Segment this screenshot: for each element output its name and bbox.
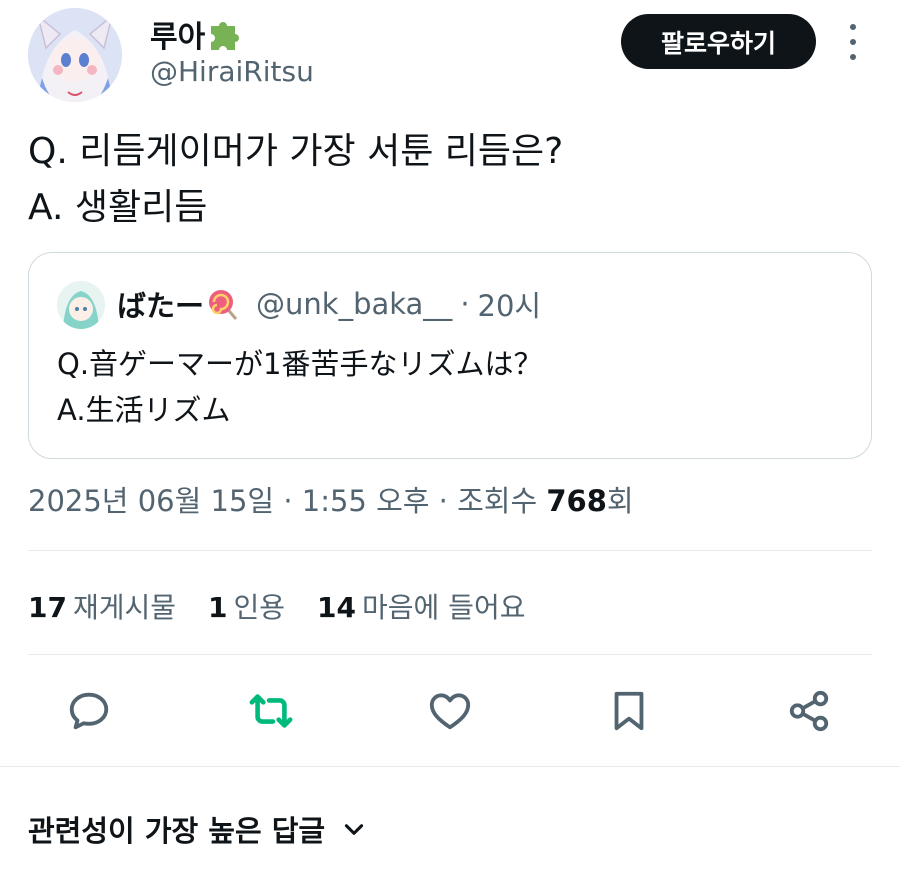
- anime-avatar-icon: [57, 281, 105, 329]
- chevron-down-icon: [344, 824, 364, 835]
- reply-icon: [69, 692, 109, 730]
- bookmark-icon: [614, 691, 644, 731]
- bookmark-button[interactable]: [606, 688, 652, 734]
- quote-line: A.生活リズム: [57, 393, 231, 427]
- more-dot: [850, 54, 856, 60]
- divider: [0, 766, 900, 767]
- tweet-text: Q. 리듬게이머가 가장 서툰 리듬은? A. 생활리듬: [28, 124, 563, 236]
- quote-time[interactable]: 20시: [478, 283, 542, 325]
- replies-sort-label: 관련성이 가장 높은 답글: [28, 814, 326, 848]
- tweet-line: A. 생활리듬: [28, 187, 208, 228]
- views-unit: 회: [606, 484, 634, 518]
- tweet-time[interactable]: 1:55 오후: [302, 484, 430, 518]
- reply-button[interactable]: [66, 688, 112, 734]
- like-button[interactable]: [427, 688, 473, 734]
- heart-icon: [429, 693, 471, 730]
- follow-button[interactable]: 팔로우하기: [621, 14, 816, 69]
- more-dot: [850, 24, 856, 30]
- author-avatar[interactable]: [28, 8, 122, 102]
- stat-label: 재게시물: [72, 591, 177, 624]
- quote-text: Q.音ゲーマーが1番苦手なリズムは？ A.生活リズム: [57, 341, 543, 433]
- stat-label: 마음에 들어요: [362, 591, 526, 624]
- stat-count: 17: [28, 591, 67, 624]
- separator: ·: [438, 484, 448, 518]
- author-name-text: 루아: [150, 20, 206, 55]
- tweet-timestamp: 2025년 06월 15일 · 1:55 오후 · 조회수 768회: [28, 478, 634, 520]
- share-button[interactable]: [786, 688, 832, 734]
- lollipop-icon: [209, 290, 238, 320]
- puzzle-piece-icon: [211, 22, 240, 50]
- more-dot: [850, 39, 856, 45]
- repost-icon: [249, 694, 293, 728]
- stat-label: 인용: [233, 591, 286, 624]
- quote-author-name[interactable]: ばたー: [117, 283, 204, 325]
- quote-separator: ·: [460, 287, 470, 321]
- quoted-tweet-card[interactable]: ばたー @unk_baka__ · 20시 Q.音ゲーマーが1番苦手なリズムは？…: [28, 252, 872, 459]
- replies-sort-dropdown[interactable]: 관련성이 가장 높은 답글: [28, 808, 367, 850]
- likes-stat[interactable]: 14 마음에 들어요: [317, 586, 525, 626]
- tweet-line: Q. 리듬게이머가 가장 서툰 리듬은?: [28, 131, 564, 172]
- quote-avatar: [57, 281, 105, 329]
- anime-avatar-icon: [28, 8, 122, 102]
- stat-count: 14: [317, 591, 356, 624]
- views-count: 768: [546, 484, 607, 518]
- stat-count: 1: [208, 591, 228, 624]
- quotes-stat[interactable]: 1 인용: [208, 586, 285, 626]
- more-options-icon[interactable]: [838, 24, 868, 60]
- tweet-date[interactable]: 2025년 06월 15일: [28, 484, 274, 518]
- quote-line: Q.音ゲーマーが1番苦手なリズムは？: [57, 347, 543, 381]
- repost-button[interactable]: [248, 688, 294, 734]
- author-handle[interactable]: @HiraiRitsu: [150, 55, 314, 88]
- author-name[interactable]: 루아: [150, 12, 243, 56]
- separator: ·: [283, 484, 293, 518]
- reposts-stat[interactable]: 17 재게시물: [28, 586, 176, 626]
- share-icon: [789, 690, 829, 732]
- divider: [28, 654, 872, 655]
- quote-author-handle[interactable]: @unk_baka__: [256, 287, 452, 321]
- engagement-stats: 17 재게시물 1 인용 14 마음에 들어요: [28, 586, 557, 626]
- divider: [28, 550, 872, 551]
- views-label: 조회수: [457, 484, 538, 518]
- quote-header: ばたー @unk_baka__ · 20시: [117, 283, 541, 325]
